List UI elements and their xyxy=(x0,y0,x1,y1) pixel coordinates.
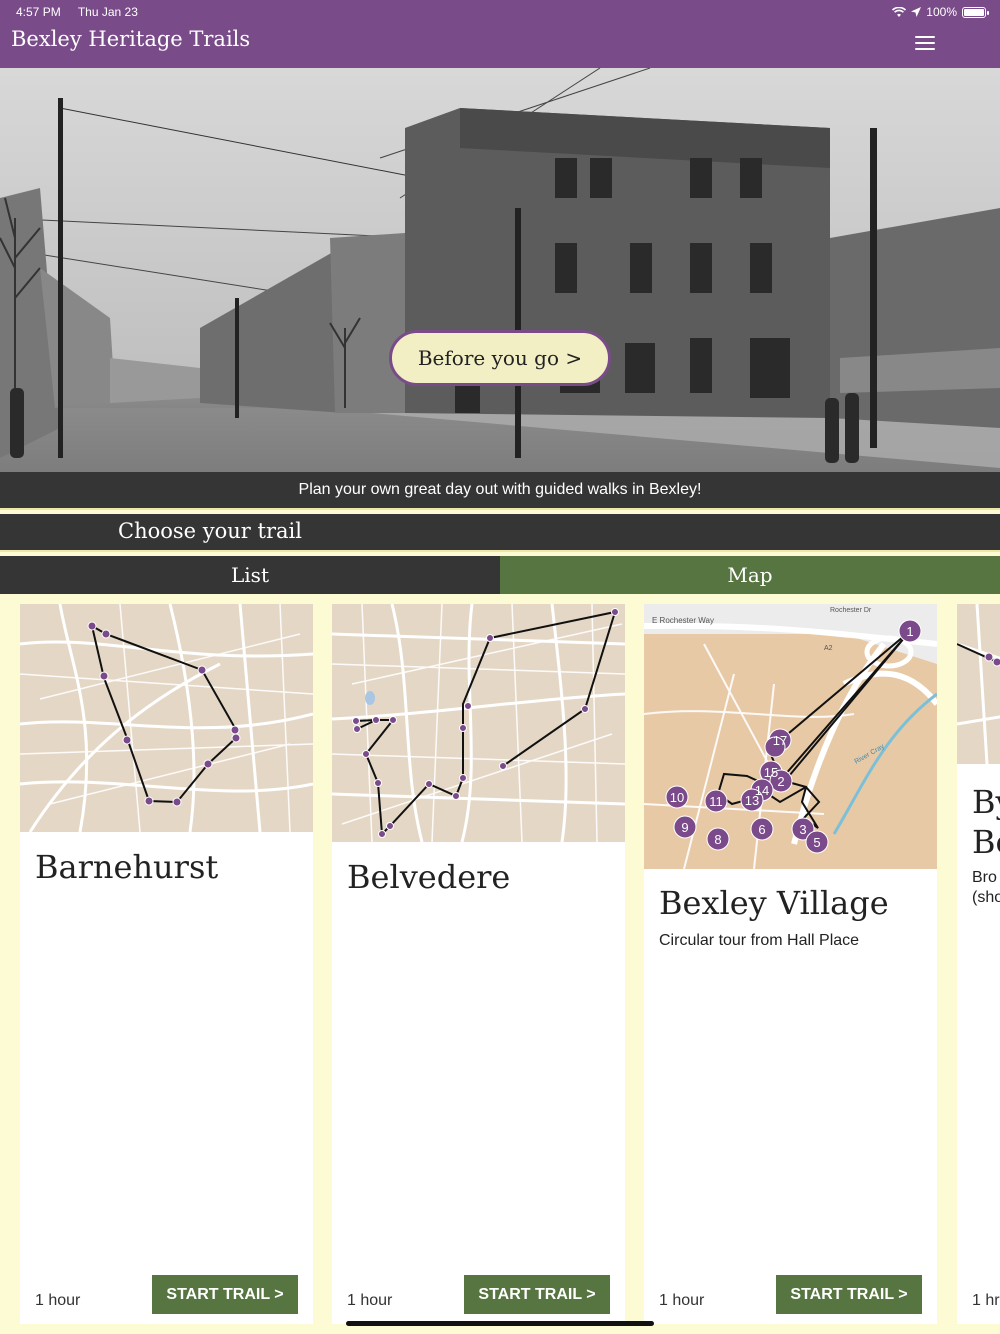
tab-list[interactable]: List xyxy=(0,556,500,594)
start-trail-button[interactable]: START TRAIL > xyxy=(152,1275,298,1314)
trail-stop-marker: 3 xyxy=(799,822,806,837)
map-road-label: E Rochester Way xyxy=(652,616,714,625)
tab-map[interactable]: Map xyxy=(500,556,1000,594)
trail-name: By Be xyxy=(972,783,1000,861)
location-arrow-icon xyxy=(911,7,922,17)
belvedere-map xyxy=(332,604,625,842)
app-header: Bexley Heritage Trails xyxy=(0,24,1000,68)
bexley-village-map: E Rochester Way Rochester Dr A2 River Cr… xyxy=(644,604,937,869)
hero-image: Before you go > xyxy=(0,68,1000,472)
before-you-go-button[interactable]: Before you go > xyxy=(389,330,611,386)
map-road-label: A2 xyxy=(824,645,833,652)
trail-stop-marker: 2 xyxy=(777,774,784,789)
map-road-label: Rochester Dr xyxy=(830,607,872,614)
trail-stop-marker: 9 xyxy=(681,820,688,835)
street-photo xyxy=(0,68,1000,472)
status-time: 4:57 PM xyxy=(16,5,61,19)
trail-stop-marker: 17 xyxy=(773,733,787,748)
trail-description: Circular tour from Hall Place xyxy=(659,932,860,949)
trail-card-bexley-village[interactable]: E Rochester Way Rochester Dr A2 River Cr… xyxy=(644,604,937,1324)
trail-duration: 1 hr xyxy=(972,1292,1000,1309)
trail-name: Belvedere xyxy=(347,858,511,896)
trail-stop-marker: 8 xyxy=(714,832,721,847)
trail-stop-marker: 5 xyxy=(813,835,820,850)
trail-duration: 1 hour xyxy=(347,1292,393,1309)
home-indicator xyxy=(346,1321,654,1326)
tagline: Plan your own great day out with guided … xyxy=(0,472,1000,510)
trail-description: Bro (sho xyxy=(972,869,1000,906)
choose-trail-label: Choose your trail xyxy=(118,519,302,543)
trail-name: Bexley Village xyxy=(659,884,889,922)
trail-stop-marker: 6 xyxy=(758,822,765,837)
barnehurst-map xyxy=(20,604,313,832)
start-trail-button[interactable]: START TRAIL > xyxy=(776,1275,922,1314)
app-title: Bexley Heritage Trails xyxy=(11,27,251,51)
trail-stop-marker: 11 xyxy=(709,794,723,809)
trail-carousel[interactable]: Barnehurst 1 hour START TRAIL > Belveder… xyxy=(0,604,1000,1324)
trail-name: Barnehurst xyxy=(35,848,219,886)
status-date: Thu Jan 23 xyxy=(77,5,138,19)
trail-stop-marker: 10 xyxy=(670,790,684,805)
trail-stop-marker: 15 xyxy=(764,765,778,780)
trail-stop-marker: 1 xyxy=(906,624,913,639)
view-tabs: List Map xyxy=(0,556,1000,594)
hamburger-icon[interactable] xyxy=(915,32,935,50)
trail-stop-marker: 13 xyxy=(745,793,759,808)
trail-duration: 1 hour xyxy=(35,1292,81,1309)
trail-card-partial[interactable]: By Be Bro (sho 1 hr xyxy=(957,604,1000,1324)
trail-card-belvedere[interactable]: Belvedere 1 hour START TRAIL > xyxy=(332,604,625,1324)
trail-duration: 1 hour xyxy=(659,1292,705,1309)
choose-trail-heading: Choose your trail xyxy=(0,514,1000,552)
wifi-icon xyxy=(892,6,907,17)
battery-percent: 100% xyxy=(926,5,957,19)
partial-trail-map xyxy=(957,604,1000,764)
status-bar: 4:57 PM Thu Jan 23 100% xyxy=(0,0,1000,24)
trail-card-barnehurst[interactable]: Barnehurst 1 hour START TRAIL > xyxy=(20,604,313,1324)
start-trail-button[interactable]: START TRAIL > xyxy=(464,1275,610,1314)
battery-icon xyxy=(962,6,989,18)
